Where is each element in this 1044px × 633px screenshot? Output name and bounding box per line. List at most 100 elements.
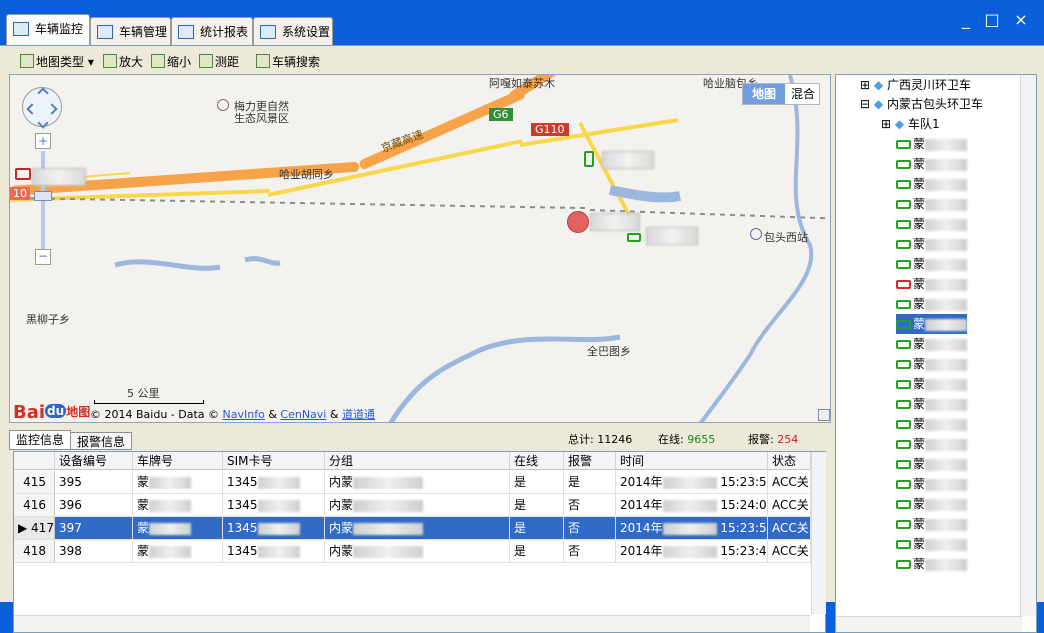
map-mode-button[interactable]: 地图 [743,84,785,104]
tree-vehicle-item[interactable]: 蒙 [896,454,968,474]
tree-horizontal-scrollbar[interactable] [836,616,1022,632]
redacted-text [925,318,968,331]
zoom-slider-thumb[interactable] [34,191,52,201]
maximize-icon[interactable]: □ [977,8,1007,32]
tree-vehicle-item[interactable]: 蒙 [896,154,968,174]
column-header[interactable]: SIM卡号 [223,452,325,470]
tree-vehicle-item[interactable]: 蒙 [896,434,968,454]
zoom-out-button[interactable]: 缩小 [151,52,201,72]
map-zoom-in-button[interactable]: + [35,133,51,149]
vehicle-tree: ⊞ ◆ 广西灵川环卫车 ⊟ ◆ 内蒙古包头环卫车 ⊞ ◆ 车队1 蒙蒙蒙蒙蒙蒙蒙… [835,74,1037,633]
cennavi-link[interactable]: CenNavi [280,408,326,421]
table-row[interactable]: 416 396 蒙 1345 内蒙 是 否 2014年 15:24:05 ACC… [14,494,811,517]
redacted-text [925,558,968,571]
vehicle-status-icon [896,540,911,549]
scenic-area-icon [217,99,229,111]
tree-group-guangxi[interactable]: ⊞ ◆ 广西灵川环卫车 [860,75,971,95]
alarm-status: 是 [564,471,616,494]
column-header[interactable]: 车牌号 [133,452,223,470]
overview-map-toggle[interactable] [818,409,830,421]
redacted-text [925,418,968,431]
tab-statistics-report[interactable]: 统计报表 [171,17,253,45]
monitor-panel: 地图类型 ▾ 放大 缩小 测距 车辆搜索 阿嘎如泰苏木 哈业脑包乡 梅力更自然 … [0,45,1044,633]
road-shield: G6 [489,108,513,121]
plate-number: 蒙 [133,494,223,517]
map-view[interactable]: 阿嘎如泰苏木 哈业脑包乡 梅力更自然 生态风景区 哈业胡同乡 黑柳子乡 包头西站… [9,74,831,423]
daodaotong-link[interactable]: 道道通 [342,408,375,421]
column-header[interactable]: 分组 [325,452,510,470]
plate-number: 蒙 [133,540,223,563]
tree-fleet-1[interactable]: ⊞ ◆ 车队1 [881,114,940,134]
vehicle-search-button[interactable]: 车辆搜索 [256,52,326,72]
table-row[interactable]: 415 395 蒙 1345 内蒙 是 是 2014年 15:23:54 ACC… [14,471,811,494]
report-icon [178,25,194,39]
vehicle-status-icon [896,280,911,289]
tab-alarm-info[interactable]: 报警信息 [70,432,132,450]
vehicle-plate-prefix: 蒙 [913,417,926,431]
redacted-text [925,258,968,271]
tree-vehicle-item[interactable]: 蒙 [896,354,968,374]
table-vertical-scrollbar[interactable] [811,452,826,614]
tree-vehicle-item[interactable]: 蒙 [896,514,968,534]
zoom-out-icon [151,54,165,68]
tree-vehicle-item[interactable]: 蒙 [896,414,968,434]
table-horizontal-scrollbar[interactable] [14,615,810,632]
tree-vehicle-item[interactable]: 蒙 [896,374,968,394]
tree-vehicle-item[interactable]: 蒙 [896,554,968,574]
vehicle-status-icon [896,500,911,509]
online-status: 是 [510,494,564,517]
vehicle-marker-green[interactable] [584,151,594,167]
table-row[interactable]: 418 398 蒙 1345 内蒙 是 否 2014年 15:23:44 ACC… [14,540,811,563]
vehicle-status-icon [896,240,911,249]
tab-system-settings[interactable]: 系统设置 [253,17,333,45]
column-header[interactable]: 设备编号 [55,452,133,470]
column-header[interactable]: 报警 [564,452,616,470]
redacted-text [925,538,968,551]
tree-vehicle-item[interactable]: 蒙 [896,474,968,494]
tree-group-baotou[interactable]: ⊟ ◆ 内蒙古包头环卫车 [860,94,983,114]
tree-vehicle-item[interactable]: 蒙 [896,234,968,254]
vehicle-marker-green[interactable] [627,233,641,242]
tree-vehicle-item[interactable]: 蒙 [896,214,968,234]
tree-vehicle-item[interactable]: 蒙 [896,174,968,194]
tree-vehicle-item[interactable]: 蒙 [896,134,968,154]
vehicle-marker-red[interactable] [15,168,31,180]
vehicle-plate-prefix: 蒙 [913,217,926,231]
stats-online: 在线: 9655 [658,433,716,446]
vehicle-manage-icon [97,25,113,39]
tree-vehicle-item[interactable]: 蒙 [896,334,968,354]
hybrid-mode-button[interactable]: 混合 [785,84,821,104]
tab-vehicle-management[interactable]: 车辆管理 [90,17,171,45]
zoom-slider[interactable] [41,151,45,251]
measure-button[interactable]: 测距 [199,52,251,72]
tree-vehicle-item[interactable]: 蒙 [896,274,968,294]
redacted-text [925,518,968,531]
navinfo-link[interactable]: NavInfo [223,408,265,421]
redacted-text [925,458,968,471]
tree-vehicle-item[interactable]: 蒙 [896,494,968,514]
online-status: 是 [510,517,564,540]
redacted-text [925,298,968,311]
zoom-in-button[interactable]: 放大 [103,52,153,72]
column-header[interactable]: 时间 [616,452,768,470]
close-icon[interactable]: × [1006,8,1036,32]
tree-vehicle-item[interactable]: 蒙 [896,294,968,314]
redacted-text [925,358,968,371]
column-header[interactable]: 状态 [768,452,811,470]
selected-table-row[interactable]: ▶ 417 397 蒙 1345 内蒙 是 否 2014年 15:23:55 A… [14,517,811,540]
tree-vehicle-item[interactable]: 蒙 [896,394,968,414]
tab-monitor-info[interactable]: 监控信息 [9,430,71,450]
map-zoom-out-button[interactable]: − [35,249,51,265]
column-header[interactable]: 在线 [510,452,564,470]
selected-vehicle-marker[interactable] [567,211,589,233]
stats-total: 总计: 11246 [568,433,633,446]
vehicle-plate-prefix: 蒙 [913,377,926,391]
tree-vehicle-item[interactable]: 蒙 [896,194,968,214]
map-type-button[interactable]: 地图类型 ▾ [20,52,100,72]
tree-vehicle-item[interactable]: 蒙 [896,314,968,334]
vehicle-status-icon [896,360,911,369]
tree-vehicle-item[interactable]: 蒙 [896,254,968,274]
tab-vehicle-monitor[interactable]: 车辆监控 [6,14,90,46]
tree-vertical-scrollbar[interactable] [1020,75,1036,616]
tree-vehicle-item[interactable]: 蒙 [896,534,968,554]
